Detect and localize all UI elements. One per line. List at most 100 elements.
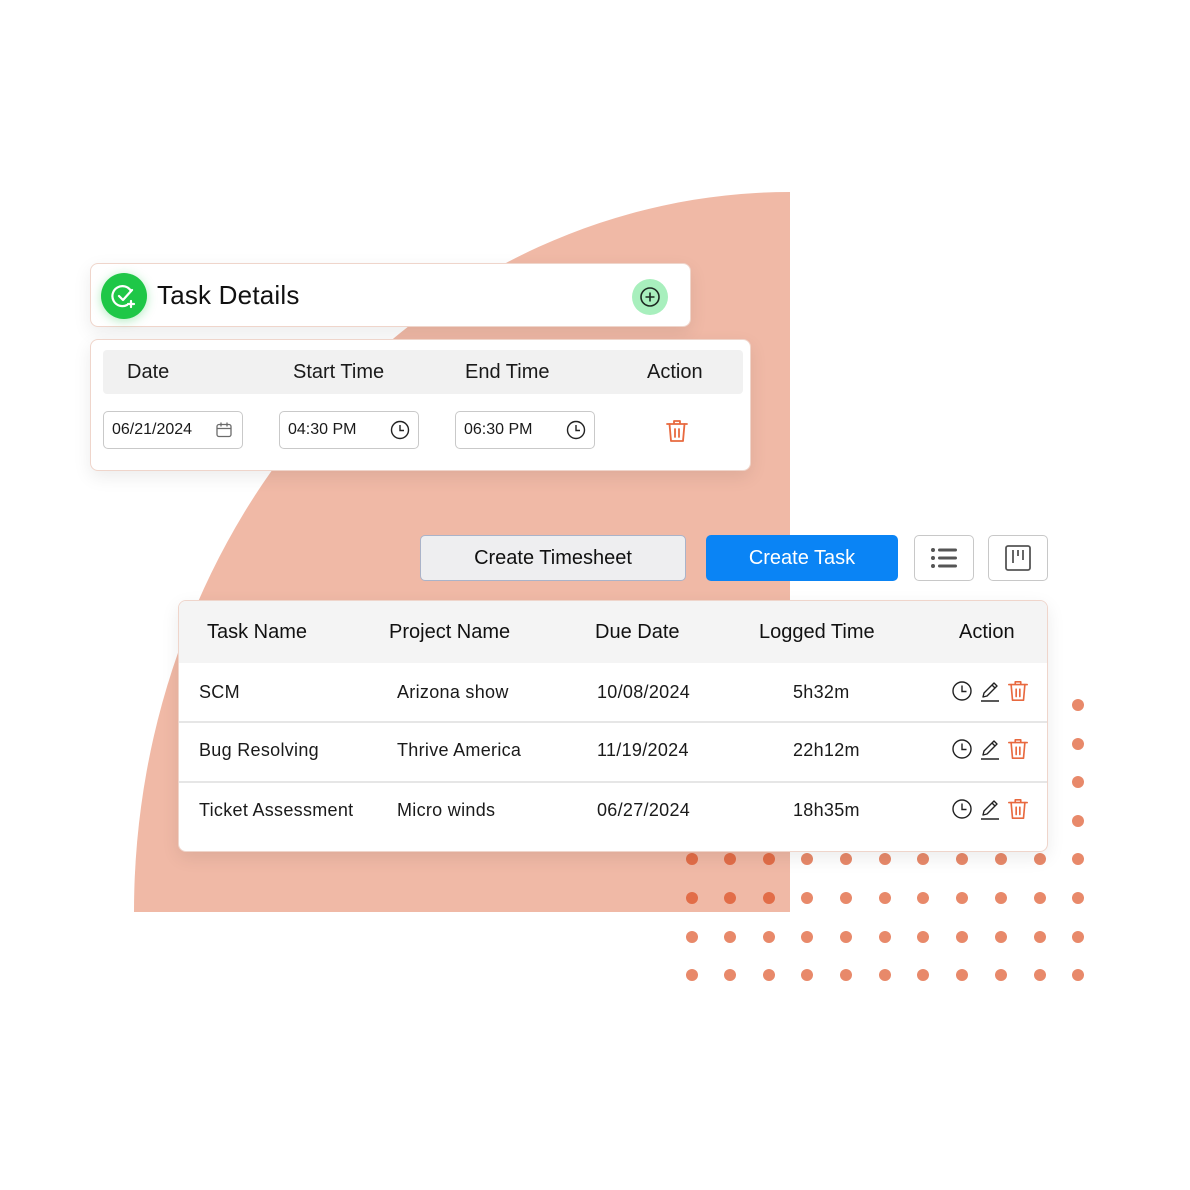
task-name-cell: Ticket Assessment <box>199 800 354 820</box>
decorative-dot <box>840 892 852 904</box>
decorative-dot <box>995 892 1007 904</box>
decorative-dot <box>995 969 1007 981</box>
list-icon <box>931 548 957 568</box>
decorative-dot <box>686 969 698 981</box>
decorative-dot <box>763 853 775 865</box>
decorative-dot <box>995 853 1007 865</box>
list-view-button[interactable] <box>914 535 974 581</box>
due-date-cell: 10/08/2024 <box>597 682 691 702</box>
decorative-dot <box>1072 969 1084 981</box>
pencil-icon[interactable] <box>979 679 1001 703</box>
decorative-dot <box>801 931 813 943</box>
decorative-dot <box>724 853 736 865</box>
column-header-logged-time: Logged Time <box>759 621 875 643</box>
decorative-dot <box>801 853 813 865</box>
decorative-dot <box>1072 699 1084 711</box>
row-actions <box>951 679 1029 703</box>
task-name-cell: SCM <box>199 682 240 702</box>
check-circle-plus-icon <box>101 273 147 319</box>
decorative-dot <box>801 892 813 904</box>
calendar-icon[interactable] <box>214 420 234 440</box>
decorative-dot <box>1034 853 1046 865</box>
time-entry-card: Date Start Time End Time Action 06/21/20… <box>90 339 751 471</box>
decorative-dot <box>1072 776 1084 788</box>
end-time-input[interactable]: 06:30 PM <box>455 411 595 449</box>
table-row[interactable]: Ticket Assessment Micro winds 06/27/2024 18… <box>179 781 1047 851</box>
trash-icon[interactable] <box>1007 679 1029 703</box>
column-header-end-time: End Time <box>465 361 550 383</box>
column-header-action: Action <box>959 621 1015 643</box>
decorative-dot <box>840 853 852 865</box>
task-details-header: Task Details <box>90 263 691 327</box>
decorative-dot <box>956 892 968 904</box>
decorative-dot <box>917 931 929 943</box>
decorative-dot <box>956 853 968 865</box>
board-view-button[interactable] <box>988 535 1048 581</box>
tasks-table: Task Name Project Name Due Date Logged T… <box>178 600 1048 852</box>
clock-icon[interactable] <box>951 738 973 760</box>
trash-icon[interactable] <box>665 418 689 444</box>
decorative-dot <box>1072 892 1084 904</box>
add-entry-button[interactable] <box>632 279 668 315</box>
table-row[interactable]: Bug Resolving Thrive America 11/19/2024 22h… <box>179 721 1047 783</box>
page-title: Task Details <box>157 280 300 310</box>
table-row[interactable]: SCM Arizona show 10/08/2024 5h32m <box>179 663 1047 721</box>
end-time-value: 06:30 PM <box>464 421 533 438</box>
task-name-cell: Bug Resolving <box>199 740 319 760</box>
decorative-dot <box>840 969 852 981</box>
decorative-dot <box>879 892 891 904</box>
date-input[interactable]: 06/21/2024 <box>103 411 243 449</box>
decorative-dot <box>724 969 736 981</box>
column-header-task-name: Task Name <box>207 621 308 643</box>
clock-icon[interactable] <box>566 420 586 440</box>
row-actions <box>951 797 1029 821</box>
decorative-dot <box>724 892 736 904</box>
trash-icon[interactable] <box>1007 797 1029 821</box>
decorative-dot <box>1034 892 1046 904</box>
decorative-dot-grid <box>686 699 1084 981</box>
date-value: 06/21/2024 <box>112 421 193 438</box>
start-time-value: 04:30 PM <box>288 421 357 438</box>
trash-icon[interactable] <box>1007 737 1029 761</box>
row-actions <box>951 737 1029 761</box>
decorative-dot <box>956 931 968 943</box>
decorative-dot <box>763 969 775 981</box>
due-date-cell: 06/27/2024 <box>597 800 691 820</box>
board-icon <box>1005 545 1031 571</box>
decorative-dot <box>801 969 813 981</box>
decorative-dot <box>840 931 852 943</box>
decorative-dot <box>1034 969 1046 981</box>
plus-circle-icon <box>640 287 660 307</box>
start-time-input[interactable]: 04:30 PM <box>279 411 419 449</box>
create-task-button[interactable]: Create Task <box>706 535 898 581</box>
pencil-icon[interactable] <box>979 737 1001 761</box>
tasks-table-header: Task Name Project Name Due Date Logged T… <box>179 601 1047 663</box>
time-entry-header: Date Start Time End Time Action <box>103 350 743 394</box>
column-header-action: Action <box>647 361 703 383</box>
decorative-dot <box>763 931 775 943</box>
column-header-date: Date <box>127 361 170 383</box>
clock-icon[interactable] <box>951 680 973 702</box>
logged-time-cell: 18h35m <box>793 800 860 820</box>
decorative-dot <box>1072 853 1084 865</box>
decorative-dot <box>1072 738 1084 750</box>
decorative-dot <box>686 931 698 943</box>
column-header-project-name: Project Name <box>389 621 511 643</box>
decorative-dot <box>879 931 891 943</box>
decorative-dot <box>1034 931 1046 943</box>
clock-icon[interactable] <box>951 798 973 820</box>
clock-icon[interactable] <box>390 420 410 440</box>
decorative-dot <box>995 931 1007 943</box>
decorative-dot <box>917 969 929 981</box>
project-name-cell: Arizona show <box>397 682 509 702</box>
decorative-dot <box>686 853 698 865</box>
decorative-dot <box>763 892 775 904</box>
create-timesheet-button[interactable]: Create Timesheet <box>420 535 686 581</box>
column-header-due-date: Due Date <box>595 621 680 643</box>
decorative-dot <box>1072 815 1084 827</box>
logged-time-cell: 22h12m <box>793 740 860 760</box>
pencil-icon[interactable] <box>979 797 1001 821</box>
due-date-cell: 11/19/2024 <box>597 740 689 760</box>
decorative-dot <box>879 853 891 865</box>
decorative-dot <box>917 892 929 904</box>
